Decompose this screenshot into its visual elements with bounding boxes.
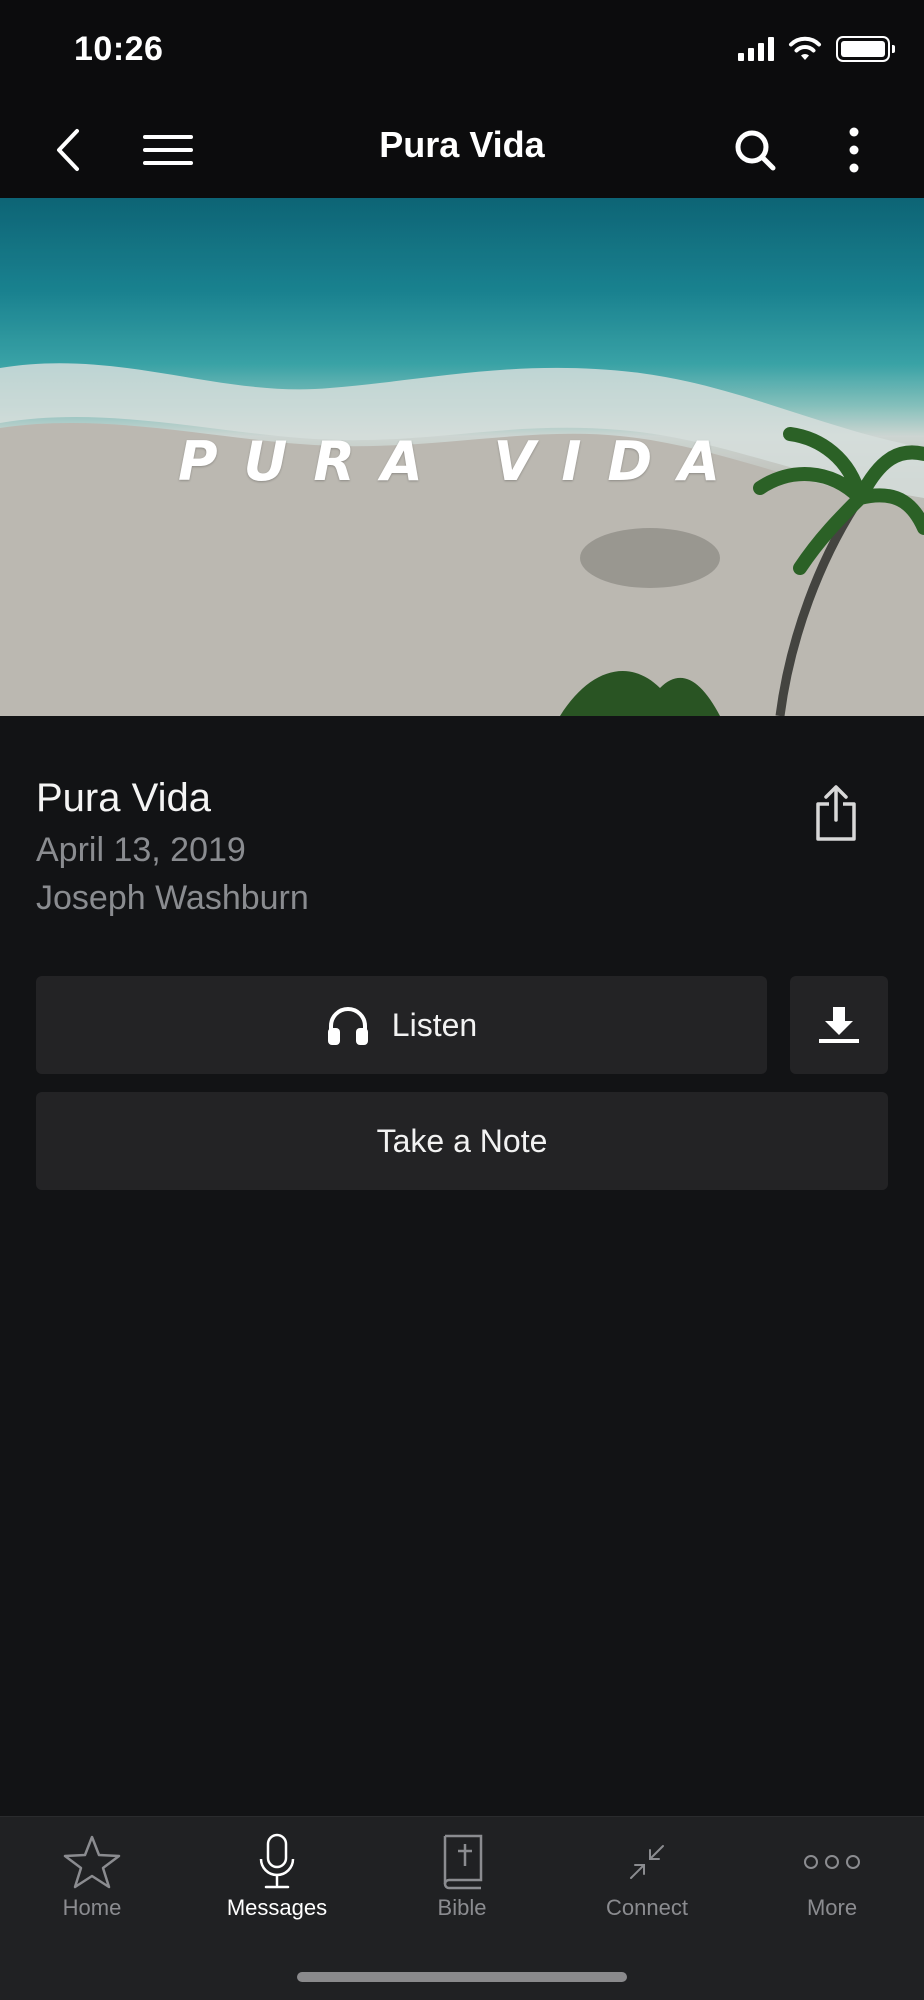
tab-messages[interactable]: Messages: [185, 1817, 369, 1935]
tab-label: Connect: [606, 1895, 688, 1920]
star-icon: [63, 1835, 121, 1889]
message-date: April 13, 2019: [36, 831, 246, 869]
vertical-ellipsis-icon: [849, 127, 859, 173]
status-time: 10:26: [74, 30, 164, 68]
horizontal-ellipsis-icon: [804, 1855, 860, 1869]
listen-label: Listen: [391, 1006, 478, 1043]
tab-label: More: [806, 1895, 858, 1920]
tab-label: Messages: [226, 1895, 328, 1920]
bible-icon: [443, 1834, 483, 1890]
battery-icon: [836, 36, 895, 62]
search-button[interactable]: [725, 120, 785, 180]
message-title: Pura Vida: [36, 776, 211, 820]
message-speaker: Joseph Washburn: [36, 879, 309, 917]
share-icon: [816, 785, 856, 841]
download-icon: [819, 1007, 859, 1043]
hero-image: PURA VIDA: [0, 198, 924, 716]
more-options-button[interactable]: [824, 120, 884, 180]
tab-label: Bible: [437, 1895, 487, 1920]
connect-arrows-icon: [630, 1845, 664, 1879]
tab-more[interactable]: More: [740, 1817, 924, 1935]
tab-home[interactable]: Home: [0, 1817, 184, 1935]
tab-connect[interactable]: Connect: [555, 1817, 739, 1935]
navigation-bar: Pura Vida: [0, 100, 924, 198]
hero-title-text: PURA VIDA: [177, 430, 747, 493]
take-a-note-label: Take a Note: [376, 1122, 548, 1159]
cellular-signal-icon: [738, 37, 774, 61]
wifi-icon: [789, 36, 821, 60]
home-indicator[interactable]: [297, 1972, 627, 1982]
search-icon: [735, 130, 776, 171]
status-icons: [738, 36, 895, 62]
listen-button[interactable]: Listen: [36, 976, 767, 1074]
share-button[interactable]: [806, 778, 866, 848]
page-title: Pura Vida: [379, 124, 545, 165]
take-a-note-button[interactable]: Take a Note: [36, 1092, 888, 1190]
headphones-icon: [327, 1007, 368, 1045]
tab-bible[interactable]: Bible: [370, 1817, 554, 1935]
message-info: Pura Vida April 13, 2019 Joseph Washburn: [36, 770, 796, 922]
microphone-icon: [259, 1833, 295, 1889]
download-button[interactable]: [790, 976, 888, 1074]
tab-label: Home: [62, 1895, 122, 1920]
status-bar: 10:26: [0, 0, 924, 100]
